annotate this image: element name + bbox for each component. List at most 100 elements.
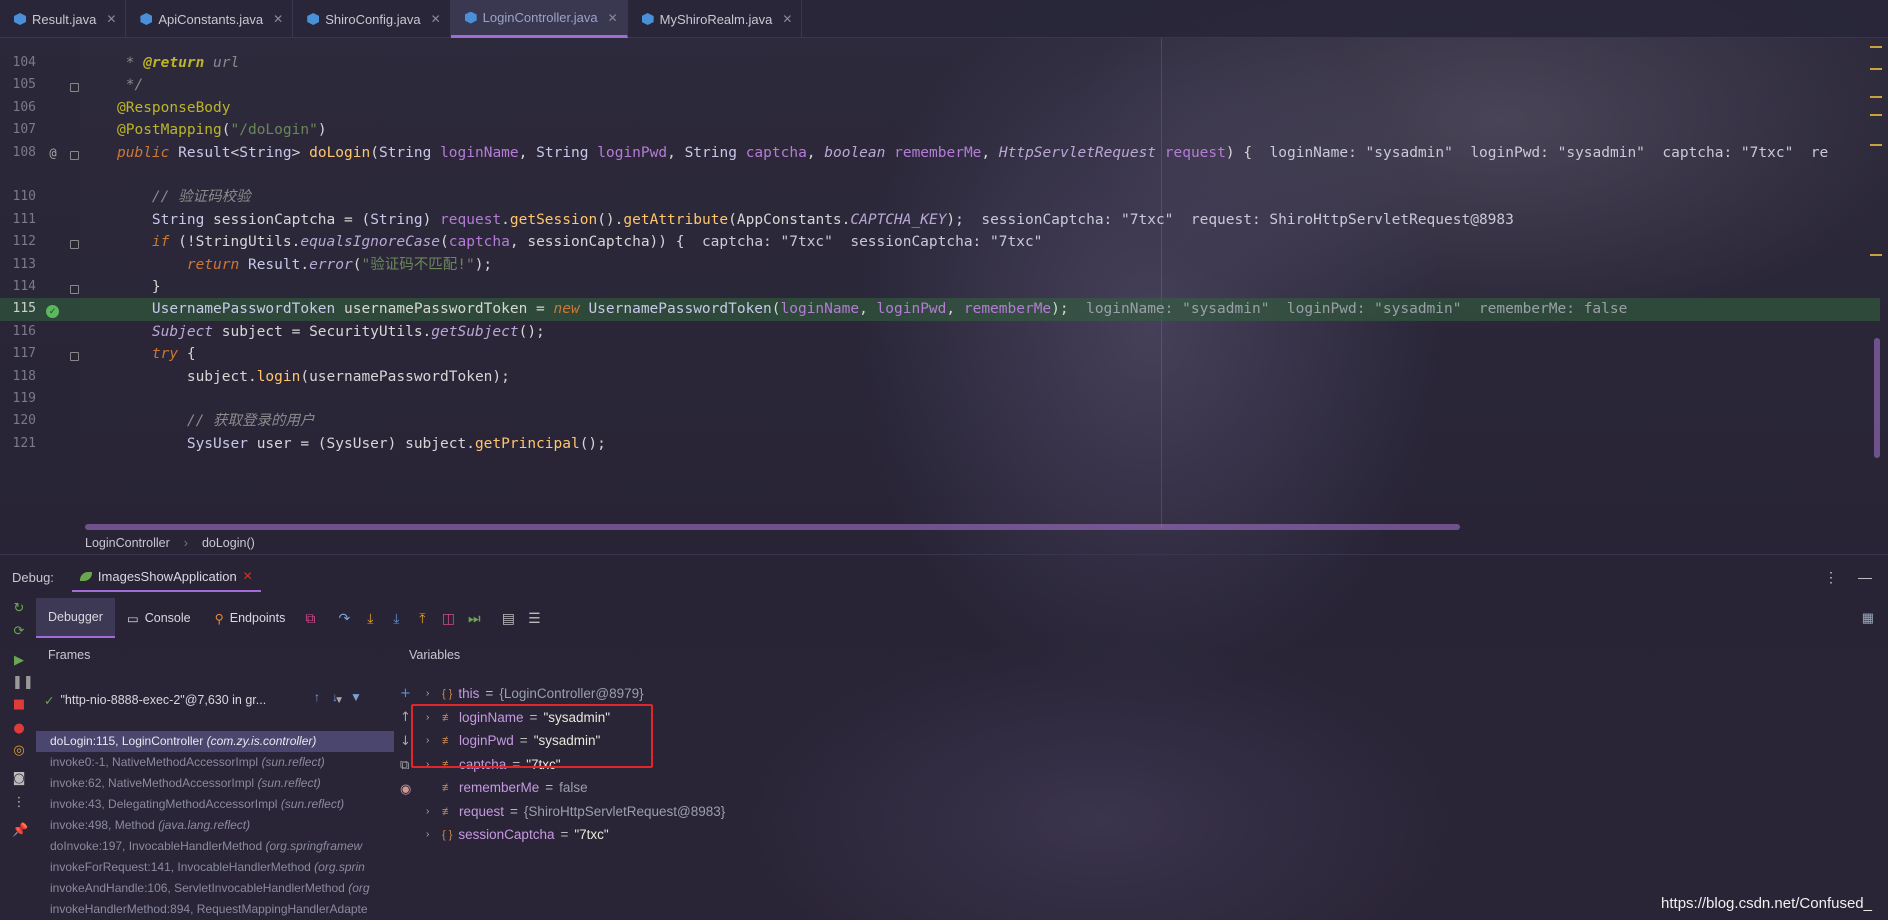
tab-console[interactable]: ▭ Console: [115, 598, 203, 638]
error-stripe-mark[interactable]: [1870, 254, 1882, 256]
trace-icon[interactable]: ☰: [521, 610, 547, 627]
close-icon[interactable]: ✕: [782, 12, 792, 26]
code-line[interactable]: 114 }: [0, 276, 1880, 298]
more-options-icon[interactable]: ⋮: [1824, 569, 1838, 586]
vertical-scrollbar[interactable]: [1874, 338, 1880, 458]
rerun-icon[interactable]: ↻: [12, 602, 26, 616]
arrow-up-icon[interactable]: ↑: [314, 690, 320, 704]
code-line[interactable]: 104 * @return url: [0, 52, 1880, 74]
camera-icon[interactable]: ◙: [12, 772, 26, 786]
variable-row[interactable]: › { } this = {LoginController@8979}: [426, 682, 644, 706]
code-text: */: [117, 77, 144, 94]
pause-icon[interactable]: ❚❚: [12, 676, 34, 690]
stop-icon[interactable]: ■: [12, 698, 26, 712]
minimize-icon[interactable]: —: [1858, 569, 1872, 586]
restart-icon[interactable]: ⟳: [12, 625, 26, 639]
error-stripe-mark[interactable]: [1870, 46, 1882, 48]
expand-arrow-icon[interactable]: ›: [426, 800, 436, 824]
equals-sign: =: [485, 686, 494, 701]
code-line[interactable]: 120 // 获取登录的用户: [0, 410, 1880, 432]
code-line[interactable]: 116 Subject subject = SecurityUtils.getS…: [0, 321, 1880, 343]
variable-row[interactable]: › { } sessionCaptcha = "7txc": [426, 823, 609, 847]
editor-tab[interactable]: ShiroConfig.java ✕: [293, 0, 451, 38]
copy-icon[interactable]: ⧉: [400, 758, 409, 773]
breadcrumb-class[interactable]: LoginController: [85, 536, 170, 550]
code-line[interactable]: 119: [0, 388, 1880, 410]
run-to-cursor-icon[interactable]: ⏭: [461, 610, 487, 627]
stack-frame-item[interactable]: invokeAndHandle:106, ServletInvocableHan…: [36, 878, 394, 899]
arrow-down-icon[interactable]: ↓: [332, 690, 338, 704]
stack-frame-item[interactable]: invoke:498, Method (java.lang.reflect): [36, 815, 394, 836]
expand-arrow-icon[interactable]: ›: [426, 823, 436, 847]
arrow-up-icon[interactable]: ↑: [400, 710, 411, 725]
fold-toggle-icon[interactable]: [70, 150, 79, 160]
code-line[interactable]: 121 SysUser user = (SysUser) subject.get…: [0, 433, 1880, 455]
code-line[interactable]: 117 try {: [0, 343, 1880, 365]
arrow-down-icon[interactable]: ↓: [400, 734, 411, 749]
editor-tab[interactable]: MyShiroRealm.java ✕: [628, 0, 803, 38]
layout-icon[interactable]: ▦: [1862, 610, 1888, 626]
glasses-icon[interactable]: ◉: [400, 782, 411, 797]
resume-icon[interactable]: ▶: [12, 654, 26, 668]
code-line[interactable]: 113 return Result.error("验证码不匹配!");: [0, 254, 1880, 276]
code-line[interactable]: 106 @ResponseBody: [0, 97, 1880, 119]
stack-frame-item[interactable]: doInvoke:197, InvocableHandlerMethod (or…: [36, 836, 394, 857]
stack-frame-item[interactable]: invoke:43, DelegatingMethodAccessorImpl …: [36, 794, 394, 815]
code-editor[interactable]: 104 * @return url 105 */106 @ResponseBody 1…: [0, 38, 1888, 531]
error-stripe-mark[interactable]: [1870, 68, 1882, 70]
override-marker-icon[interactable]: @: [46, 142, 60, 164]
tab-debugger[interactable]: Debugger: [36, 598, 115, 638]
filter-icon[interactable]: ▼: [350, 690, 362, 704]
variable-row[interactable]: ≢ rememberMe = false: [426, 776, 588, 800]
mute-breakpoints-icon[interactable]: ◎: [12, 744, 26, 758]
editor-tab[interactable]: LoginController.java ✕: [450, 0, 628, 38]
stack-frame-item[interactable]: invokeForRequest:141, InvocableHandlerMe…: [36, 857, 394, 878]
debug-session-tab[interactable]: ImagesShowApplication ✕: [71, 562, 261, 592]
fold-toggle-icon[interactable]: [70, 352, 79, 362]
expand-arrow-icon[interactable]: ›: [426, 682, 436, 706]
close-icon[interactable]: ✕: [608, 11, 618, 25]
close-icon[interactable]: ✕: [106, 12, 116, 26]
force-step-into-icon[interactable]: ⤓: [383, 610, 409, 627]
stack-frame-item[interactable]: doLogin:115, LoginController (com.zy.is.…: [36, 731, 394, 752]
view-breakpoints-icon[interactable]: ●: [12, 722, 26, 736]
evaluate-expression-icon[interactable]: ▤: [495, 610, 521, 627]
drop-frame-icon[interactable]: ◫: [435, 610, 461, 627]
code-line[interactable]: 110 // 验证码校验: [0, 186, 1880, 208]
editor-tab[interactable]: ApiConstants.java ✕: [126, 0, 294, 38]
error-stripe-mark[interactable]: [1870, 114, 1882, 116]
thread-selector[interactable]: ✓ "http-nio-8888-exec-2"@7,630 in gr... …: [44, 688, 344, 712]
step-over-icon[interactable]: ↷: [331, 610, 357, 627]
code-line[interactable]: 111 String sessionCaptcha = (String) req…: [0, 209, 1880, 231]
restore-layout-icon[interactable]: ⧉: [297, 610, 323, 627]
code-line[interactable]: 112 if (!StringUtils.equalsIgnoreCase(ca…: [0, 231, 1880, 253]
code-line[interactable]: 107 @PostMapping("/doLogin"): [0, 119, 1880, 141]
settings-icon[interactable]: ⋮: [12, 796, 26, 810]
fold-toggle-icon[interactable]: [70, 240, 79, 250]
fold-toggle-icon[interactable]: [70, 83, 79, 93]
stack-frame-item[interactable]: invokeHandlerMethod:894, RequestMappingH…: [36, 899, 394, 920]
code-line[interactable]: 115 ✓ UsernamePasswordToken usernamePassw…: [0, 298, 1880, 321]
breadcrumb-method[interactable]: doLogin(): [202, 536, 255, 550]
step-into-icon[interactable]: ⤓: [357, 610, 383, 627]
code-line[interactable]: 105 */: [0, 74, 1880, 96]
close-icon[interactable]: ✕: [431, 12, 441, 26]
stack-frame-item[interactable]: invoke:62, NativeMethodAccessorImpl (sun…: [36, 773, 394, 794]
stack-frame-item[interactable]: invoke0:-1, NativeMethodAccessorImpl (su…: [36, 752, 394, 773]
code-text: try {: [151, 346, 196, 363]
breakpoint-check-icon[interactable]: ✓: [46, 305, 59, 319]
error-stripe-mark[interactable]: [1870, 144, 1882, 146]
horizontal-scrollbar[interactable]: [85, 524, 1460, 530]
fold-toggle-icon[interactable]: [70, 285, 79, 294]
close-icon[interactable]: ✕: [273, 12, 283, 26]
editor-tab[interactable]: Result.java ✕: [0, 0, 127, 38]
code-line[interactable]: 108 @ public Result<String> doLogin(String…: [0, 142, 1880, 164]
variable-row[interactable]: › ≢ request = {ShiroHttpServletRequest@8…: [426, 800, 725, 824]
close-icon[interactable]: ✕: [243, 569, 253, 583]
add-watch-icon[interactable]: +: [400, 686, 411, 701]
error-stripe-mark[interactable]: [1870, 96, 1882, 98]
step-out-icon[interactable]: ⤒: [409, 610, 435, 627]
pin-icon[interactable]: 📌: [12, 824, 28, 838]
tab-endpoints[interactable]: ⚲ Endpoints: [203, 598, 298, 638]
code-line[interactable]: 118 subject.login(usernamePasswordToken)…: [0, 366, 1880, 388]
